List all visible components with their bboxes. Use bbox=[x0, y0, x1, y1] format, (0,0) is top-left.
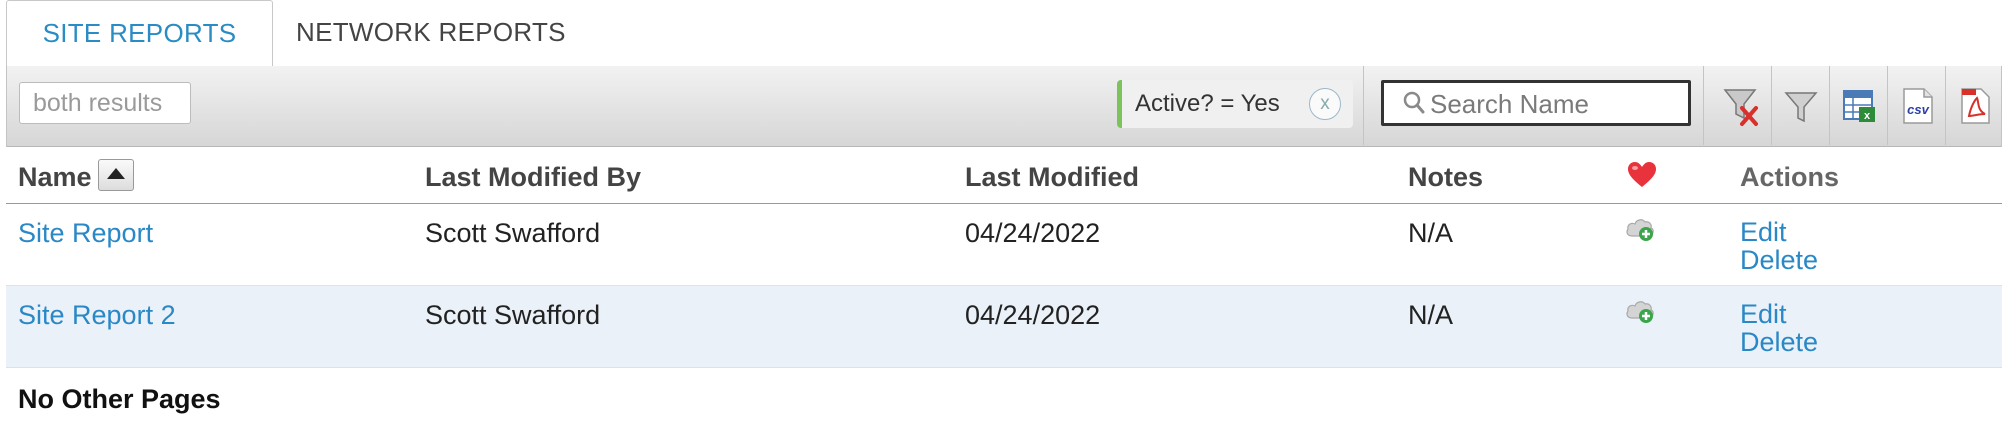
toolbar-divider bbox=[1703, 66, 1704, 145]
pdf-icon bbox=[1961, 87, 1990, 124]
export-csv-button[interactable]: csv bbox=[1888, 66, 1946, 145]
edit-link[interactable]: Edit bbox=[1740, 218, 1818, 246]
last-modified-cell: 04/24/2022 bbox=[965, 300, 1101, 330]
column-header-last-modified[interactable]: Last Modified bbox=[965, 147, 1139, 204]
report-tabs: SITE REPORTS NETWORK REPORTS bbox=[6, 0, 2002, 66]
heart-icon bbox=[1628, 162, 1656, 187]
export-excel-button[interactable]: x bbox=[1830, 66, 1888, 145]
funnel-icon bbox=[1784, 91, 1818, 122]
remove-filter-button[interactable]: x bbox=[1309, 88, 1341, 120]
last-modified-by-cell: Scott Swafford bbox=[425, 218, 601, 248]
column-header-name-label: Name bbox=[18, 162, 92, 192]
notes-cell: N/A bbox=[1408, 218, 1454, 248]
row-actions: Edit Delete bbox=[1740, 300, 1818, 356]
row-actions: Edit Delete bbox=[1740, 218, 1818, 274]
pagination-text: No Other Pages bbox=[18, 384, 221, 414]
column-header-last-modified-by[interactable]: Last Modified By bbox=[425, 147, 641, 204]
column-header-actions: Actions bbox=[1740, 162, 1840, 192]
report-name-link[interactable]: Site Report 2 bbox=[18, 300, 176, 330]
sort-ascending-button[interactable] bbox=[97, 158, 134, 191]
cloud-add-icon bbox=[1626, 301, 1654, 323]
add-favorite-button[interactable] bbox=[1624, 296, 1658, 332]
csv-icon: csv bbox=[1903, 87, 1933, 124]
search-box[interactable] bbox=[1381, 80, 1691, 126]
table-row: Site Report Scott Swafford 04/24/2022 N/… bbox=[6, 204, 2002, 286]
report-name-link[interactable]: Site Report bbox=[18, 218, 153, 248]
last-modified-cell: 04/24/2022 bbox=[965, 218, 1101, 248]
excel-icon: x bbox=[1843, 89, 1875, 122]
column-header-name[interactable]: Name bbox=[18, 147, 134, 204]
notes-cell: N/A bbox=[1408, 300, 1454, 330]
export-pdf-button[interactable] bbox=[1946, 66, 2004, 145]
table-toolbar: both results Active? = Yes x Search Name… bbox=[6, 66, 2002, 147]
funnel-x-icon bbox=[1723, 88, 1758, 126]
table-header-row: Name Last Modified By Last Modified Note… bbox=[6, 147, 2002, 204]
column-header-favorite[interactable] bbox=[1626, 151, 1658, 208]
add-favorite-button[interactable] bbox=[1624, 214, 1658, 250]
svg-text:x: x bbox=[1864, 110, 1871, 122]
toolbar-divider bbox=[1363, 66, 1364, 145]
tab-site-reports[interactable]: SITE REPORTS bbox=[6, 0, 273, 66]
edit-link[interactable]: Edit bbox=[1740, 300, 1818, 328]
search-icon bbox=[1402, 90, 1426, 121]
results-count-box: both results bbox=[19, 82, 191, 124]
clear-filters-button[interactable] bbox=[1713, 66, 1771, 145]
tab-network-reports[interactable]: NETWORK REPORTS bbox=[296, 0, 616, 66]
table-row: Site Report 2 Scott Swafford 04/24/2022 … bbox=[6, 286, 2002, 368]
cloud-add-icon bbox=[1626, 219, 1654, 241]
search-input[interactable] bbox=[1428, 87, 1682, 121]
filter-chip-label: Active? = Yes bbox=[1135, 90, 1280, 117]
active-filter-chip[interactable]: Active? = Yes x bbox=[1117, 80, 1353, 128]
filter-button[interactable] bbox=[1772, 66, 1830, 145]
svg-text:csv: csv bbox=[1907, 102, 1929, 117]
last-modified-by-cell: Scott Swafford bbox=[425, 300, 601, 330]
column-header-notes[interactable]: Notes bbox=[1408, 147, 1483, 204]
delete-link[interactable]: Delete bbox=[1740, 328, 1818, 356]
delete-link[interactable]: Delete bbox=[1740, 246, 1818, 274]
